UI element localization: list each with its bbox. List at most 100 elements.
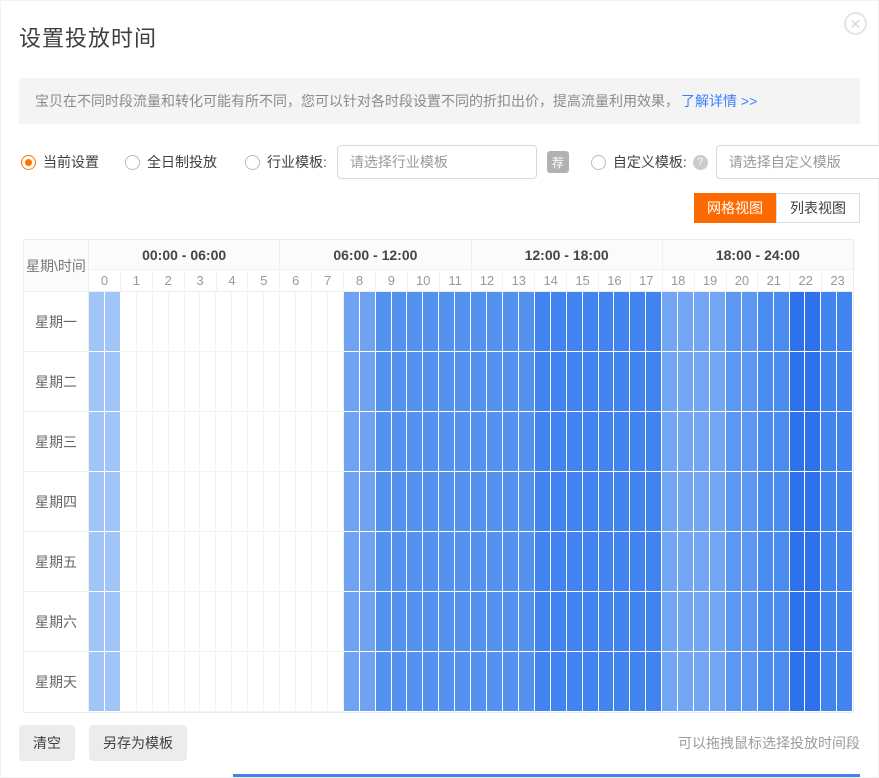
schedule-cell[interactable] [805,472,821,532]
schedule-cell[interactable] [599,292,615,352]
schedule-cell[interactable] [519,352,535,412]
schedule-cell[interactable] [280,472,296,532]
schedule-cell[interactable] [630,292,646,352]
schedule-cell[interactable] [710,472,726,532]
schedule-cell[interactable] [535,532,551,592]
schedule-cell[interactable] [153,412,169,472]
schedule-cell[interactable] [646,652,662,712]
schedule-cell[interactable] [296,652,312,712]
schedule-cell[interactable] [599,652,615,712]
schedule-cell[interactable] [678,352,694,412]
schedule-cell[interactable] [216,352,232,412]
schedule-cell[interactable] [169,412,185,472]
schedule-cell[interactable] [392,352,408,412]
schedule-cell[interactable] [503,652,519,712]
schedule-cell[interactable] [105,292,121,352]
schedule-cell[interactable] [264,592,280,652]
schedule-cell[interactable] [169,352,185,412]
schedule-cell[interactable] [360,652,376,712]
schedule-cell[interactable] [216,592,232,652]
schedule-cell[interactable] [264,532,280,592]
radio-current-setting[interactable]: 当前设置 [21,152,99,172]
schedule-cell[interactable] [248,652,264,712]
schedule-cell[interactable] [567,652,583,712]
schedule-cell[interactable] [312,532,328,592]
schedule-cell[interactable] [726,652,742,712]
schedule-cell[interactable] [153,292,169,352]
schedule-cell[interactable] [821,532,837,592]
schedule-cell[interactable] [535,592,551,652]
schedule-cell[interactable] [376,532,392,592]
schedule-cell[interactable] [519,532,535,592]
schedule-cell[interactable] [137,412,153,472]
schedule-cell[interactable] [710,532,726,592]
schedule-cell[interactable] [471,472,487,532]
schedule-cell[interactable] [710,352,726,412]
schedule-cell[interactable] [487,412,503,472]
schedule-cell[interactable] [328,352,344,412]
close-icon[interactable]: ✕ [844,12,867,35]
schedule-cell[interactable] [678,592,694,652]
schedule-cell[interactable] [296,292,312,352]
schedule-cell[interactable] [105,592,121,652]
schedule-cell[interactable] [519,652,535,712]
schedule-cell[interactable] [614,412,630,472]
schedule-cell[interactable] [407,592,423,652]
schedule-cell[interactable] [710,652,726,712]
schedule-cell[interactable] [185,292,201,352]
schedule-cell[interactable] [121,532,137,592]
schedule-cell[interactable] [296,352,312,412]
schedule-cell[interactable] [248,592,264,652]
schedule-cell[interactable] [280,592,296,652]
custom-template-input[interactable] [716,145,879,179]
schedule-cell[interactable] [455,592,471,652]
save-as-template-button[interactable]: 另存为模板 [89,725,187,761]
schedule-cell[interactable] [519,472,535,532]
schedule-cell[interactable] [89,412,105,472]
schedule-cell[interactable] [646,532,662,592]
schedule-cell[interactable] [662,412,678,472]
schedule-cell[interactable] [535,472,551,532]
schedule-cell[interactable] [153,652,169,712]
schedule-cell[interactable] [200,292,216,352]
schedule-cell[interactable] [758,652,774,712]
schedule-cell[interactable] [232,412,248,472]
schedule-cell[interactable] [376,592,392,652]
schedule-cell[interactable] [551,292,567,352]
schedule-cell[interactable] [296,592,312,652]
schedule-cell[interactable] [232,652,248,712]
schedule-cell[interactable] [360,412,376,472]
schedule-cell[interactable] [758,412,774,472]
schedule-cell[interactable] [742,352,758,412]
schedule-cell[interactable] [137,352,153,412]
schedule-cell[interactable] [742,292,758,352]
schedule-cell[interactable] [614,532,630,592]
schedule-cell[interactable] [837,652,853,712]
schedule-cell[interactable] [774,532,790,592]
schedule-cell[interactable] [328,652,344,712]
schedule-cell[interactable] [630,352,646,412]
schedule-cell[interactable] [742,412,758,472]
schedule-cell[interactable] [105,652,121,712]
schedule-cell[interactable] [137,472,153,532]
radio-industry-template[interactable]: 行业模板: [245,152,327,172]
schedule-cell[interactable] [248,472,264,532]
schedule-cell[interactable] [678,412,694,472]
schedule-cell[interactable] [758,352,774,412]
schedule-cell[interactable] [328,532,344,592]
schedule-cell[interactable] [328,292,344,352]
schedule-cell[interactable] [694,412,710,472]
radio-allday[interactable]: 全日制投放 [125,152,217,172]
schedule-cell[interactable] [599,472,615,532]
schedule-cell[interactable] [471,352,487,412]
schedule-cell[interactable] [790,592,806,652]
schedule-cell[interactable] [455,352,471,412]
schedule-cell[interactable] [805,292,821,352]
schedule-cell[interactable] [567,352,583,412]
schedule-cell[interactable] [407,412,423,472]
schedule-cell[interactable] [790,652,806,712]
schedule-cell[interactable] [694,292,710,352]
schedule-cell[interactable] [153,472,169,532]
schedule-cell[interactable] [583,652,599,712]
schedule-cell[interactable] [837,412,853,472]
